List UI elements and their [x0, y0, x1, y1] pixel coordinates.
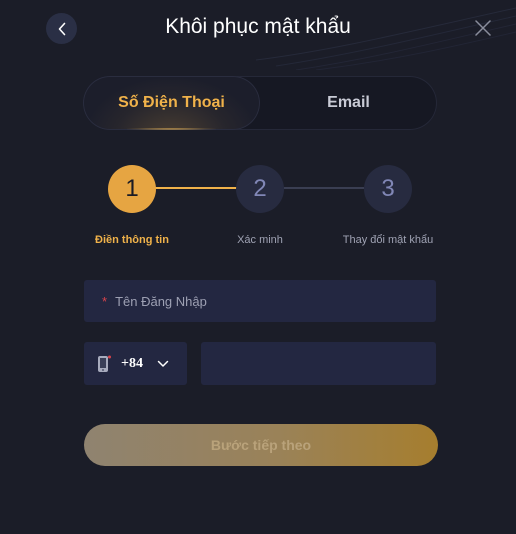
close-button[interactable] — [472, 17, 494, 39]
step-1-circle: 1 — [108, 165, 156, 213]
step-2-circle: 2 — [236, 165, 284, 213]
recovery-method-tabs: Số Điện Thoại Email — [83, 76, 437, 130]
phone-icon — [97, 355, 111, 373]
tab-phone[interactable]: Số Điện Thoại — [83, 76, 260, 130]
country-code-value: +84 — [121, 355, 143, 371]
required-mark: * — [102, 293, 108, 309]
page-title: Khôi phục mật khẩu — [165, 15, 351, 38]
next-step-button[interactable]: Bước tiếp theo — [84, 424, 438, 466]
step-2-label: Xác minh — [237, 234, 283, 246]
country-code-select[interactable]: +84 — [84, 342, 187, 385]
step-3-label: Thay đổi mật khẩu — [342, 234, 434, 246]
step-3-circle: 3 — [364, 165, 412, 213]
step-connector-1 — [155, 187, 237, 189]
step-1-label: Điền thông tin — [95, 234, 169, 246]
recover-password-modal: Khôi phục mật khẩu Số Điện Thoại Email 1… — [0, 0, 516, 534]
chevron-down-icon — [157, 360, 169, 367]
step-connector-2 — [284, 187, 364, 189]
tab-email[interactable]: Email — [260, 76, 437, 130]
close-icon — [475, 20, 491, 36]
username-field[interactable]: * Tên Đăng Nhập — [84, 280, 436, 322]
username-placeholder: Tên Đăng Nhập — [115, 293, 207, 309]
progress-stepper: 1 2 3 Điền thông tin Xác minh Thay đổi m… — [0, 165, 516, 255]
phone-number-input[interactable] — [201, 342, 436, 385]
